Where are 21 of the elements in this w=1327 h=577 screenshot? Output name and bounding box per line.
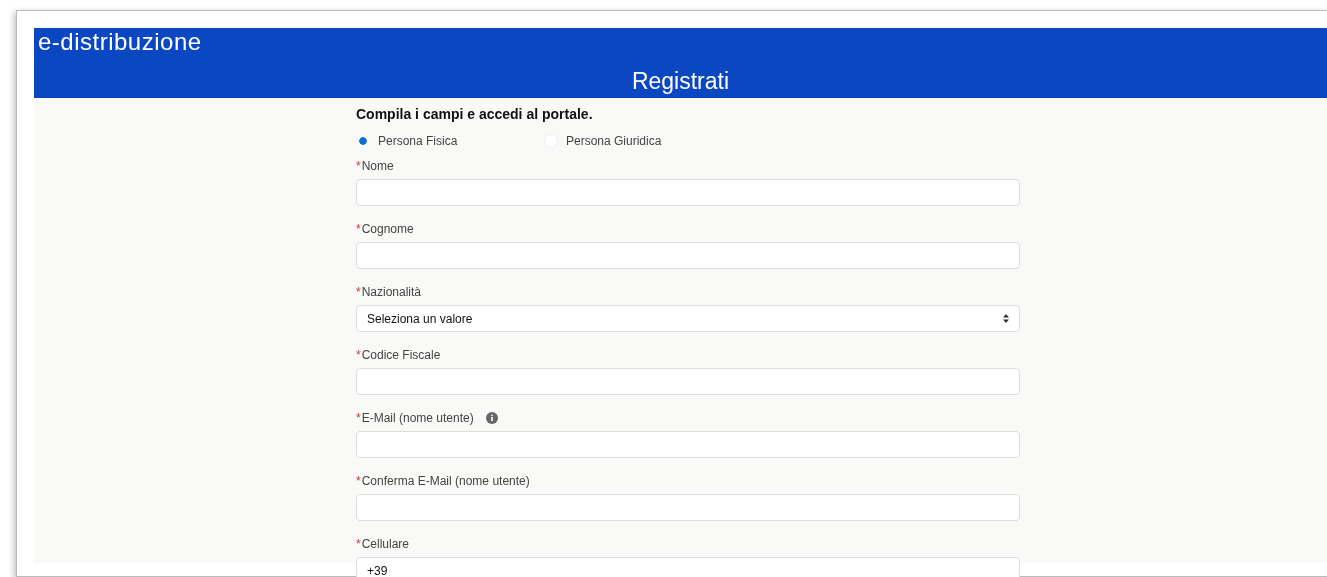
sort-arrows-icon <box>1003 314 1009 323</box>
input-field[interactable] <box>356 179 1020 206</box>
field-label: *Cognome <box>356 221 414 238</box>
radio-option[interactable]: Persona Fisica <box>356 132 544 150</box>
field-label: *Nome <box>356 158 394 175</box>
input-field[interactable] <box>356 368 1020 395</box>
field-label: *Conferma E-Mail (nome utente) <box>356 473 530 490</box>
field-label: *E-Mail (nome utente) <box>356 410 474 427</box>
field-label: *Codice Fiscale <box>356 347 441 364</box>
input-field[interactable] <box>356 242 1020 269</box>
radio-option[interactable]: Persona Giuridica <box>544 132 732 150</box>
input-field[interactable] <box>356 431 1020 458</box>
field-label: *Cellulare <box>356 536 410 553</box>
info-icon[interactable] <box>485 412 498 424</box>
intro-text: Compila i campi e accedi al portale. <box>356 105 594 124</box>
logo: e-distribuzione <box>38 30 202 54</box>
input-field[interactable]: +39 <box>356 557 1020 577</box>
page-title: Registrati <box>631 68 730 96</box>
field-label: *Nazionalità <box>356 284 422 301</box>
input-field[interactable] <box>356 494 1020 521</box>
select-field[interactable]: Seleziona un valore <box>356 305 1020 332</box>
